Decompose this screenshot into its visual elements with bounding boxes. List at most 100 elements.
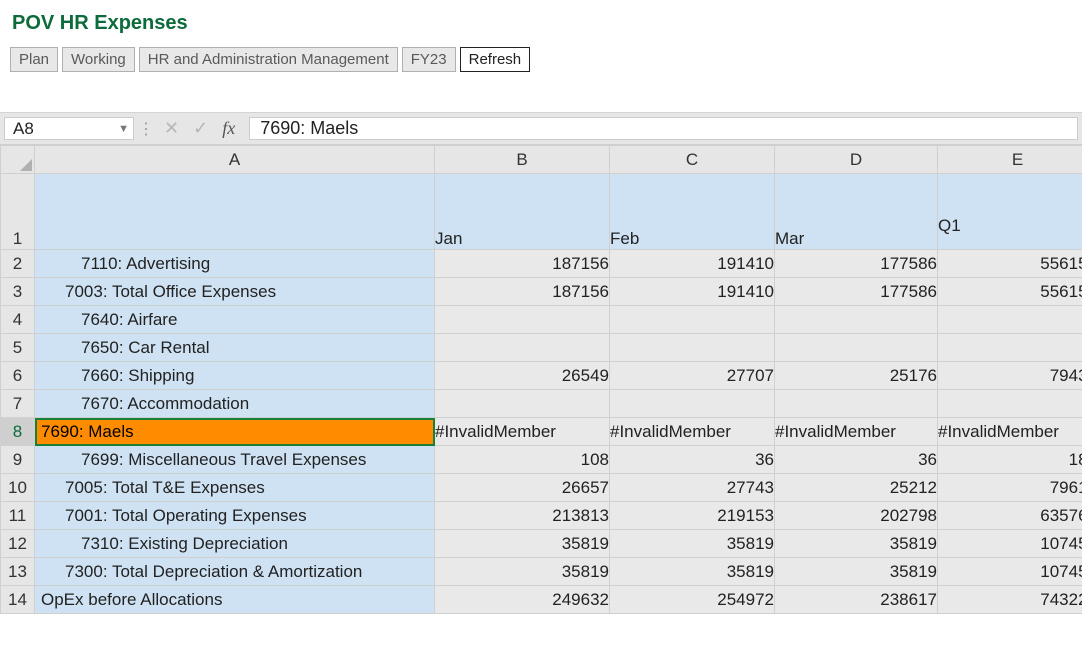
cell-D1[interactable]: Mar [775,174,938,250]
cell-E3[interactable]: 556152 [938,278,1082,306]
cell-A12[interactable]: 7310: Existing Depreciation [35,530,435,558]
cell-C14[interactable]: 254972 [610,586,775,614]
cell-E2[interactable]: 556152 [938,250,1082,278]
row-header[interactable]: 1 [1,174,35,250]
cell-D7[interactable] [775,390,938,418]
name-box[interactable]: A8 ▼ [4,117,134,140]
cell-E5[interactable] [938,334,1082,362]
cell-A14[interactable]: OpEx before Allocations [35,586,435,614]
cell-E4[interactable] [938,306,1082,334]
row-header[interactable]: 12 [1,530,35,558]
cell-A9[interactable]: 7699: Miscellaneous Travel Expenses [35,446,435,474]
cell-C12[interactable]: 35819 [610,530,775,558]
pov-entity-button[interactable]: HR and Administration Management [139,47,398,72]
fx-icon[interactable]: fx [222,118,235,139]
cell-B10[interactable]: 26657 [435,474,610,502]
enter-icon[interactable]: ✓ [193,118,208,139]
cell-C1[interactable]: Feb [610,174,775,250]
col-header-b[interactable]: B [435,146,610,174]
cancel-icon[interactable]: ✕ [164,118,179,139]
cell-E8[interactable]: #InvalidMember [938,418,1082,446]
row-header[interactable]: 6 [1,362,35,390]
cell-C9[interactable]: 36 [610,446,775,474]
col-header-d[interactable]: D [775,146,938,174]
col-header-a[interactable]: A [35,146,435,174]
cell-B11[interactable]: 213813 [435,502,610,530]
cell-E13[interactable]: 107456 [938,558,1082,586]
cell-C5[interactable] [610,334,775,362]
spreadsheet-grid[interactable]: A B C D E 1 Jan Feb Mar Q1 27110: Advert… [0,145,1082,614]
row-header[interactable]: 10 [1,474,35,502]
cell-D10[interactable]: 25212 [775,474,938,502]
cell-A13[interactable]: 7300: Total Depreciation & Amortization [35,558,435,586]
cell-B7[interactable] [435,390,610,418]
cell-E1[interactable]: Q1 [938,174,1082,250]
cell-E6[interactable]: 79433 [938,362,1082,390]
row-header[interactable]: 3 [1,278,35,306]
cell-E10[interactable]: 79613 [938,474,1082,502]
cell-E14[interactable]: 743221 [938,586,1082,614]
cell-C2[interactable]: 191410 [610,250,775,278]
cell-A11[interactable]: 7001: Total Operating Expenses [35,502,435,530]
col-header-e[interactable]: E [938,146,1082,174]
pov-year-button[interactable]: FY23 [402,47,456,72]
formula-input[interactable]: 7690: Maels [249,117,1078,140]
cell-B1[interactable]: Jan [435,174,610,250]
cell-A10[interactable]: 7005: Total T&E Expenses [35,474,435,502]
row-header[interactable]: 14 [1,586,35,614]
cell-C6[interactable]: 27707 [610,362,775,390]
cell-B4[interactable] [435,306,610,334]
cell-A7[interactable]: 7670: Accommodation [35,390,435,418]
col-header-c[interactable]: C [610,146,775,174]
cell-D12[interactable]: 35819 [775,530,938,558]
row-header[interactable]: 7 [1,390,35,418]
cell-B12[interactable]: 35819 [435,530,610,558]
pov-working-button[interactable]: Working [62,47,135,72]
cell-C11[interactable]: 219153 [610,502,775,530]
cell-C13[interactable]: 35819 [610,558,775,586]
cell-D5[interactable] [775,334,938,362]
pov-plan-button[interactable]: Plan [10,47,58,72]
row-header[interactable]: 9 [1,446,35,474]
cell-E9[interactable]: 180 [938,446,1082,474]
cell-D2[interactable]: 177586 [775,250,938,278]
row-header[interactable]: 2 [1,250,35,278]
select-all-corner[interactable] [1,146,35,174]
cell-C4[interactable] [610,306,775,334]
cell-D4[interactable] [775,306,938,334]
cell-A4[interactable]: 7640: Airfare [35,306,435,334]
cell-B6[interactable]: 26549 [435,362,610,390]
row-header[interactable]: 8 [1,418,35,446]
cell-E12[interactable]: 107456 [938,530,1082,558]
cell-E7[interactable] [938,390,1082,418]
cell-A1[interactable] [35,174,435,250]
cell-E11[interactable]: 635764 [938,502,1082,530]
cell-D6[interactable]: 25176 [775,362,938,390]
row-header[interactable]: 5 [1,334,35,362]
refresh-button[interactable]: Refresh [460,47,531,72]
cell-B3[interactable]: 187156 [435,278,610,306]
cell-B13[interactable]: 35819 [435,558,610,586]
cell-B5[interactable] [435,334,610,362]
chevron-down-icon[interactable]: ▼ [118,123,129,135]
cell-A3[interactable]: 7003: Total Office Expenses [35,278,435,306]
cell-D9[interactable]: 36 [775,446,938,474]
cell-A6[interactable]: 7660: Shipping [35,362,435,390]
cell-C10[interactable]: 27743 [610,474,775,502]
cell-A5[interactable]: 7650: Car Rental [35,334,435,362]
cell-A8[interactable]: 7690: Maels [35,418,435,446]
row-header[interactable]: 4 [1,306,35,334]
cell-D3[interactable]: 177586 [775,278,938,306]
cell-D11[interactable]: 202798 [775,502,938,530]
cell-C7[interactable] [610,390,775,418]
cell-D8[interactable]: #InvalidMember [775,418,938,446]
cell-D13[interactable]: 35819 [775,558,938,586]
row-header[interactable]: 11 [1,502,35,530]
cell-B14[interactable]: 249632 [435,586,610,614]
cell-D14[interactable]: 238617 [775,586,938,614]
cell-C3[interactable]: 191410 [610,278,775,306]
cell-C8[interactable]: #InvalidMember [610,418,775,446]
cell-A2[interactable]: 7110: Advertising [35,250,435,278]
cell-B8[interactable]: #InvalidMember [435,418,610,446]
row-header[interactable]: 13 [1,558,35,586]
